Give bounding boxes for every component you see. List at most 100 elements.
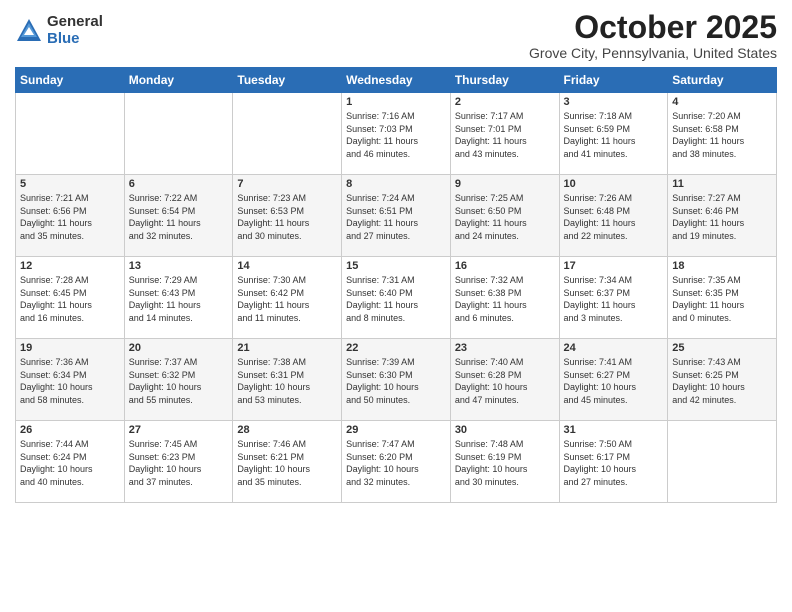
day-info: Sunrise: 7:45 AM Sunset: 6:23 PM Dayligh… xyxy=(129,438,229,488)
calendar-cell: 23Sunrise: 7:40 AM Sunset: 6:28 PM Dayli… xyxy=(450,339,559,421)
calendar-cell: 21Sunrise: 7:38 AM Sunset: 6:31 PM Dayli… xyxy=(233,339,342,421)
day-number: 29 xyxy=(346,424,446,436)
calendar-cell: 19 Sunrise: 7:36 AM Sunset: 6:34 PM Dayli… xyxy=(16,339,125,421)
page: General Blue October 2025 Grove City, Pe… xyxy=(0,0,792,612)
day-info: Sunrise: 7:26 AM Sunset: 6:48 PM Dayligh… xyxy=(564,192,664,242)
day-info: Sunrise: 7:24 AM Sunset: 6:51 PM Dayligh… xyxy=(346,192,446,242)
day-number: 24 xyxy=(564,342,664,354)
col-wednesday: Wednesday xyxy=(342,68,451,93)
col-saturday: Saturday xyxy=(668,68,777,93)
day-info: Sunrise: 7:17 AM Sunset: 7:01 PM Dayligh… xyxy=(455,110,555,160)
day-number: 4 xyxy=(672,96,772,108)
calendar-cell: 12 Sunrise: 7:28 AM Sunset: 6:45 PM Dayli… xyxy=(16,257,125,339)
day-info: Sunrise: 7:31 AM Sunset: 6:40 PM Dayligh… xyxy=(346,274,446,324)
calendar-header-row: Sunday Monday Tuesday Wednesday Thursday… xyxy=(16,68,777,93)
day-number: 15 xyxy=(346,260,446,272)
day-info: Sunrise: 7:35 AM Sunset: 6:35 PM Dayligh… xyxy=(672,274,772,324)
calendar-cell: 16 Sunrise: 7:32 AM Sunset: 6:38 PM Dayli… xyxy=(450,257,559,339)
day-number: 22 xyxy=(346,342,446,354)
calendar-cell: 26Sunrise: 7:44 AM Sunset: 6:24 PM Dayli… xyxy=(16,421,125,503)
title-block: October 2025 Grove City, Pennsylvania, U… xyxy=(529,10,777,61)
calendar-cell xyxy=(233,93,342,175)
day-number: 14 xyxy=(237,260,337,272)
calendar-cell: 4 Sunrise: 7:20 AM Sunset: 6:58 PM Daylig… xyxy=(668,93,777,175)
col-tuesday: Tuesday xyxy=(233,68,342,93)
day-number: 20 xyxy=(129,342,229,354)
day-info: Sunrise: 7:27 AM Sunset: 6:46 PM Dayligh… xyxy=(672,192,772,242)
day-info: Sunrise: 7:32 AM Sunset: 6:38 PM Dayligh… xyxy=(455,274,555,324)
day-number: 10 xyxy=(564,178,664,190)
day-number: 11 xyxy=(672,178,772,190)
calendar-cell: 22 Sunrise: 7:39 AM Sunset: 6:30 PM Dayli… xyxy=(342,339,451,421)
calendar-cell: 25 Sunrise: 7:43 AM Sunset: 6:25 PM Dayli… xyxy=(668,339,777,421)
day-number: 1 xyxy=(346,96,446,108)
day-info: Sunrise: 7:48 AM Sunset: 6:19 PM Dayligh… xyxy=(455,438,555,488)
calendar-cell xyxy=(668,421,777,503)
day-number: 12 xyxy=(20,260,120,272)
logo-blue-label: Blue xyxy=(47,31,103,48)
calendar-cell: 15 Sunrise: 7:31 AM Sunset: 6:40 PM Dayli… xyxy=(342,257,451,339)
calendar-cell: 8 Sunrise: 7:24 AM Sunset: 6:51 PM Daylig… xyxy=(342,175,451,257)
day-info: Sunrise: 7:21 AM Sunset: 6:56 PM Dayligh… xyxy=(20,192,120,242)
day-number: 5 xyxy=(20,178,120,190)
calendar-cell: 31 Sunrise: 7:50 AM Sunset: 6:17 PM Dayli… xyxy=(559,421,668,503)
day-number: 31 xyxy=(564,424,664,436)
day-info: Sunrise: 7:43 AM Sunset: 6:25 PM Dayligh… xyxy=(672,356,772,406)
calendar-cell: 2 Sunrise: 7:17 AM Sunset: 7:01 PM Daylig… xyxy=(450,93,559,175)
day-info: Sunrise: 7:37 AM Sunset: 6:32 PM Dayligh… xyxy=(129,356,229,406)
day-number: 7 xyxy=(237,178,337,190)
day-number: 17 xyxy=(564,260,664,272)
calendar-cell: 28Sunrise: 7:46 AM Sunset: 6:21 PM Dayli… xyxy=(233,421,342,503)
day-number: 2 xyxy=(455,96,555,108)
calendar-cell: 3Sunrise: 7:18 AM Sunset: 6:59 PM Daylig… xyxy=(559,93,668,175)
day-number: 6 xyxy=(129,178,229,190)
day-number: 19 xyxy=(20,342,120,354)
calendar-table: Sunday Monday Tuesday Wednesday Thursday… xyxy=(15,67,777,503)
day-number: 25 xyxy=(672,342,772,354)
calendar-week-row-0: 1 Sunrise: 7:16 AM Sunset: 7:03 PM Daylig… xyxy=(16,93,777,175)
day-number: 8 xyxy=(346,178,446,190)
day-info: Sunrise: 7:36 AM Sunset: 6:34 PM Dayligh… xyxy=(20,356,120,406)
day-number: 23 xyxy=(455,342,555,354)
day-number: 26 xyxy=(20,424,120,436)
calendar-cell: 10 Sunrise: 7:26 AM Sunset: 6:48 PM Dayli… xyxy=(559,175,668,257)
calendar-cell: 7 Sunrise: 7:23 AM Sunset: 6:53 PM Daylig… xyxy=(233,175,342,257)
day-info: Sunrise: 7:25 AM Sunset: 6:50 PM Dayligh… xyxy=(455,192,555,242)
day-info: Sunrise: 7:20 AM Sunset: 6:58 PM Dayligh… xyxy=(672,110,772,160)
calendar-cell xyxy=(16,93,125,175)
calendar-cell: 11 Sunrise: 7:27 AM Sunset: 6:46 PM Dayli… xyxy=(668,175,777,257)
day-number: 18 xyxy=(672,260,772,272)
day-number: 9 xyxy=(455,178,555,190)
calendar-cell: 30 Sunrise: 7:48 AM Sunset: 6:19 PM Dayli… xyxy=(450,421,559,503)
calendar-cell: 17Sunrise: 7:34 AM Sunset: 6:37 PM Dayli… xyxy=(559,257,668,339)
day-number: 16 xyxy=(455,260,555,272)
col-friday: Friday xyxy=(559,68,668,93)
calendar-cell: 13Sunrise: 7:29 AM Sunset: 6:43 PM Dayli… xyxy=(124,257,233,339)
day-number: 3 xyxy=(564,96,664,108)
day-number: 30 xyxy=(455,424,555,436)
location-subtitle: Grove City, Pennsylvania, United States xyxy=(529,45,777,61)
calendar-cell: 29Sunrise: 7:47 AM Sunset: 6:20 PM Dayli… xyxy=(342,421,451,503)
day-number: 27 xyxy=(129,424,229,436)
day-info: Sunrise: 7:39 AM Sunset: 6:30 PM Dayligh… xyxy=(346,356,446,406)
calendar-cell xyxy=(124,93,233,175)
calendar-cell: 18 Sunrise: 7:35 AM Sunset: 6:35 PM Dayli… xyxy=(668,257,777,339)
col-sunday: Sunday xyxy=(16,68,125,93)
col-monday: Monday xyxy=(124,68,233,93)
calendar-week-row-3: 19 Sunrise: 7:36 AM Sunset: 6:34 PM Dayli… xyxy=(16,339,777,421)
calendar-cell: 5 Sunrise: 7:21 AM Sunset: 6:56 PM Daylig… xyxy=(16,175,125,257)
day-info: Sunrise: 7:30 AM Sunset: 6:42 PM Dayligh… xyxy=(237,274,337,324)
header: General Blue October 2025 Grove City, Pe… xyxy=(15,10,777,61)
day-info: Sunrise: 7:23 AM Sunset: 6:53 PM Dayligh… xyxy=(237,192,337,242)
calendar-cell: 20 Sunrise: 7:37 AM Sunset: 6:32 PM Dayli… xyxy=(124,339,233,421)
calendar-week-row-1: 5 Sunrise: 7:21 AM Sunset: 6:56 PM Daylig… xyxy=(16,175,777,257)
day-info: Sunrise: 7:16 AM Sunset: 7:03 PM Dayligh… xyxy=(346,110,446,160)
day-info: Sunrise: 7:50 AM Sunset: 6:17 PM Dayligh… xyxy=(564,438,664,488)
day-number: 28 xyxy=(237,424,337,436)
calendar-week-row-2: 12 Sunrise: 7:28 AM Sunset: 6:45 PM Dayli… xyxy=(16,257,777,339)
calendar-cell: 24Sunrise: 7:41 AM Sunset: 6:27 PM Dayli… xyxy=(559,339,668,421)
calendar-cell: 27 Sunrise: 7:45 AM Sunset: 6:23 PM Dayli… xyxy=(124,421,233,503)
day-info: Sunrise: 7:28 AM Sunset: 6:45 PM Dayligh… xyxy=(20,274,120,324)
calendar-cell: 1 Sunrise: 7:16 AM Sunset: 7:03 PM Daylig… xyxy=(342,93,451,175)
calendar-cell: 9 Sunrise: 7:25 AM Sunset: 6:50 PM Daylig… xyxy=(450,175,559,257)
